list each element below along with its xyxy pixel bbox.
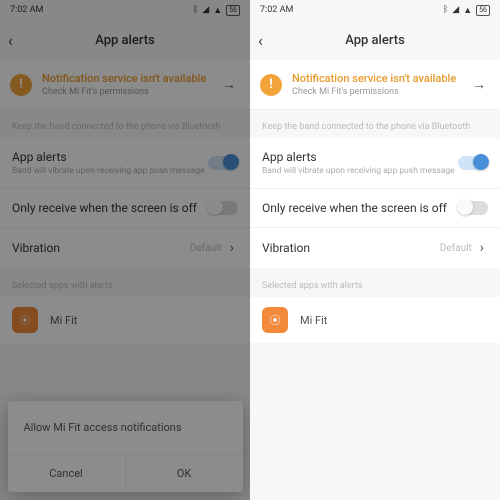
- dialog: Allow Mi Fit access notifications Cancel…: [8, 401, 243, 492]
- battery-icon: 56: [476, 5, 490, 16]
- row-title: Vibration: [262, 241, 440, 255]
- dialog-buttons: Cancel OK: [8, 454, 243, 492]
- status-time: 7:02 AM: [260, 5, 293, 15]
- phone-left: 7:02 AM ᛒ ◢ ▲ 56 ‹ App alerts ! Notifica…: [0, 0, 250, 500]
- section-hint: Selected apps with alerts: [250, 269, 500, 297]
- cancel-button[interactable]: Cancel: [8, 455, 126, 492]
- app-row[interactable]: ⦿ Mi Fit: [250, 297, 500, 343]
- toggle-screen-off[interactable]: [458, 201, 488, 215]
- app-icon: ⦿: [262, 307, 288, 333]
- signal-icon: ◢: [452, 5, 459, 15]
- dialog-message: Allow Mi Fit access notifications: [8, 401, 243, 454]
- wifi-icon: ▲: [463, 5, 472, 16]
- ok-button[interactable]: OK: [126, 455, 243, 492]
- toggle-app-alerts[interactable]: [458, 156, 488, 170]
- row-app-alerts[interactable]: App alerts Band will vibrate upon receiv…: [250, 138, 500, 189]
- screen-content: ! Notification service isn't available C…: [250, 60, 500, 343]
- banner-subtitle: Check Mi Fit's permissions: [292, 87, 468, 97]
- banner-text: Notification service isn't available Che…: [292, 72, 468, 97]
- warning-icon: !: [260, 74, 282, 96]
- status-icons: ᛒ ◢ ▲ 56: [443, 5, 490, 16]
- header: ‹ App alerts: [250, 20, 500, 60]
- page-title: App alerts: [258, 33, 492, 48]
- status-bar: 7:02 AM ᛒ ◢ ▲ 56: [250, 0, 500, 20]
- section-hint: Keep the band connected to the phone via…: [250, 110, 500, 138]
- banner-title: Notification service isn't available: [292, 72, 468, 85]
- row-value: Default: [440, 243, 472, 254]
- row-screen-off[interactable]: Only receive when the screen is off: [250, 189, 500, 228]
- row-subtitle: Band will vibrate upon receiving app pus…: [262, 166, 458, 176]
- row-title: App alerts: [262, 150, 458, 164]
- permission-banner[interactable]: ! Notification service isn't available C…: [250, 60, 500, 110]
- row-title: Only receive when the screen is off: [262, 201, 458, 215]
- chevron-right-icon: ›: [476, 240, 488, 256]
- row-vibration[interactable]: Vibration Default ›: [250, 228, 500, 269]
- app-name: Mi Fit: [300, 314, 327, 327]
- phone-right: 7:02 AM ᛒ ◢ ▲ 56 ‹ App alerts ! Notifica…: [250, 0, 500, 500]
- chevron-right-icon: →: [468, 76, 490, 93]
- bluetooth-icon: ᛒ: [443, 5, 448, 15]
- dialog-overlay: Allow Mi Fit access notifications Cancel…: [0, 0, 250, 500]
